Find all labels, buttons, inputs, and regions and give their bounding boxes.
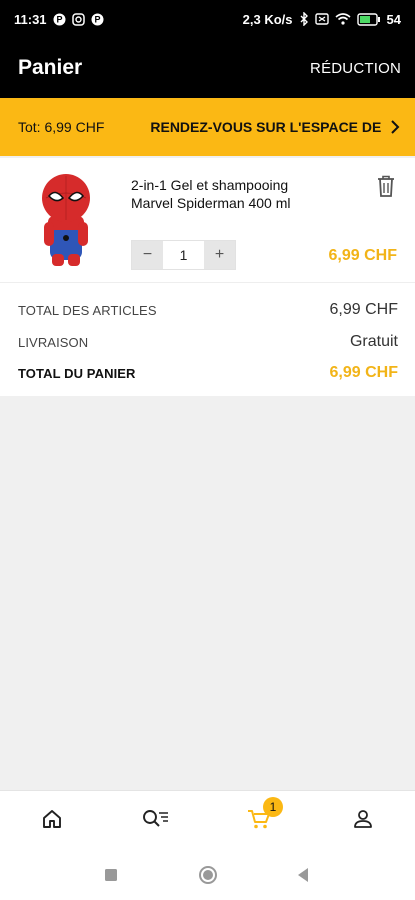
app-header: Panier RÉDUCTION [0, 38, 415, 98]
cart-item: 2-in-1 Gel et shampooing Marvel Spiderma… [0, 158, 415, 282]
summary-articles-row: TOTAL DES ARTICLES 6,99 CHF [18, 301, 398, 319]
page-title: Panier [18, 56, 83, 79]
summary-total-row: TOTAL DU PANIER 6,99 CHF [18, 364, 398, 382]
increase-quantity-button[interactable]: + [204, 241, 235, 269]
wifi-icon [335, 13, 351, 25]
articles-label: TOTAL DES ARTICLES [18, 302, 157, 318]
product-name[interactable]: 2-in-1 Gel et shampooing Marvel Spiderma… [131, 176, 331, 212]
delivery-value: Gratuit [349, 333, 398, 350]
back-triangle-icon[interactable] [293, 865, 313, 885]
cart-summary: TOTAL DES ARTICLES 6,99 CHF LIVRAISON Gr… [0, 283, 415, 396]
notification-p-icon: P [91, 13, 104, 26]
home-circle-icon[interactable] [198, 865, 218, 885]
trash-icon[interactable] [375, 174, 397, 198]
svg-text:P: P [94, 14, 100, 24]
item-price: 6,99 CHF [328, 247, 397, 264]
reduction-button[interactable]: RÉDUCTION [310, 60, 401, 77]
promo-banner[interactable]: Tot: 6,99 CHF RENDEZ-VOUS SUR L'ESPACE D… [0, 98, 415, 156]
nav-search[interactable] [126, 791, 186, 851]
battery-level: 54 [386, 11, 401, 27]
status-right: 2,3 Ko/s 54 [243, 12, 401, 27]
bottom-nav: 1 [0, 790, 415, 850]
search-list-icon [142, 808, 170, 835]
bluetooth-icon [299, 12, 309, 26]
banner-total: Tot: 6,99 CHF [18, 119, 105, 135]
instagram-icon [71, 12, 85, 26]
network-speed: 2,3 Ko/s [242, 11, 293, 27]
banner-link[interactable]: RENDEZ-VOUS SUR L'ESPACE DE [150, 119, 383, 135]
nav-cart[interactable]: 1 [229, 791, 289, 851]
nav-account[interactable] [333, 791, 393, 851]
notification-p-icon: P [53, 13, 66, 26]
svg-text:P: P [56, 14, 62, 24]
status-left: 11:31 P P [14, 12, 104, 27]
sim-icon [314, 13, 329, 25]
recents-square-icon[interactable] [101, 865, 121, 885]
total-value: 6,99 CHF [329, 364, 398, 381]
status-bar: 11:31 P P 2,3 Ko/s 54 [0, 0, 415, 38]
chevron-right-icon[interactable] [389, 120, 403, 134]
nav-home[interactable] [22, 791, 82, 851]
articles-value: 6,99 CHF [329, 301, 398, 318]
delivery-label: LIVRAISON [18, 334, 89, 350]
quantity-stepper: − 1 + [131, 240, 236, 270]
system-nav [0, 850, 415, 900]
cart-badge: 1 [263, 797, 283, 817]
summary-delivery-row: LIVRAISON Gratuit [18, 333, 398, 351]
home-icon [41, 808, 63, 835]
spiderman-bottle-image[interactable] [36, 170, 96, 270]
decrease-quantity-button[interactable]: − [132, 241, 163, 269]
battery-icon [356, 12, 381, 26]
quantity-value[interactable]: 1 [163, 241, 204, 269]
account-icon [353, 809, 373, 834]
total-label: TOTAL DU PANIER [18, 365, 136, 381]
status-time: 11:31 [14, 11, 47, 27]
